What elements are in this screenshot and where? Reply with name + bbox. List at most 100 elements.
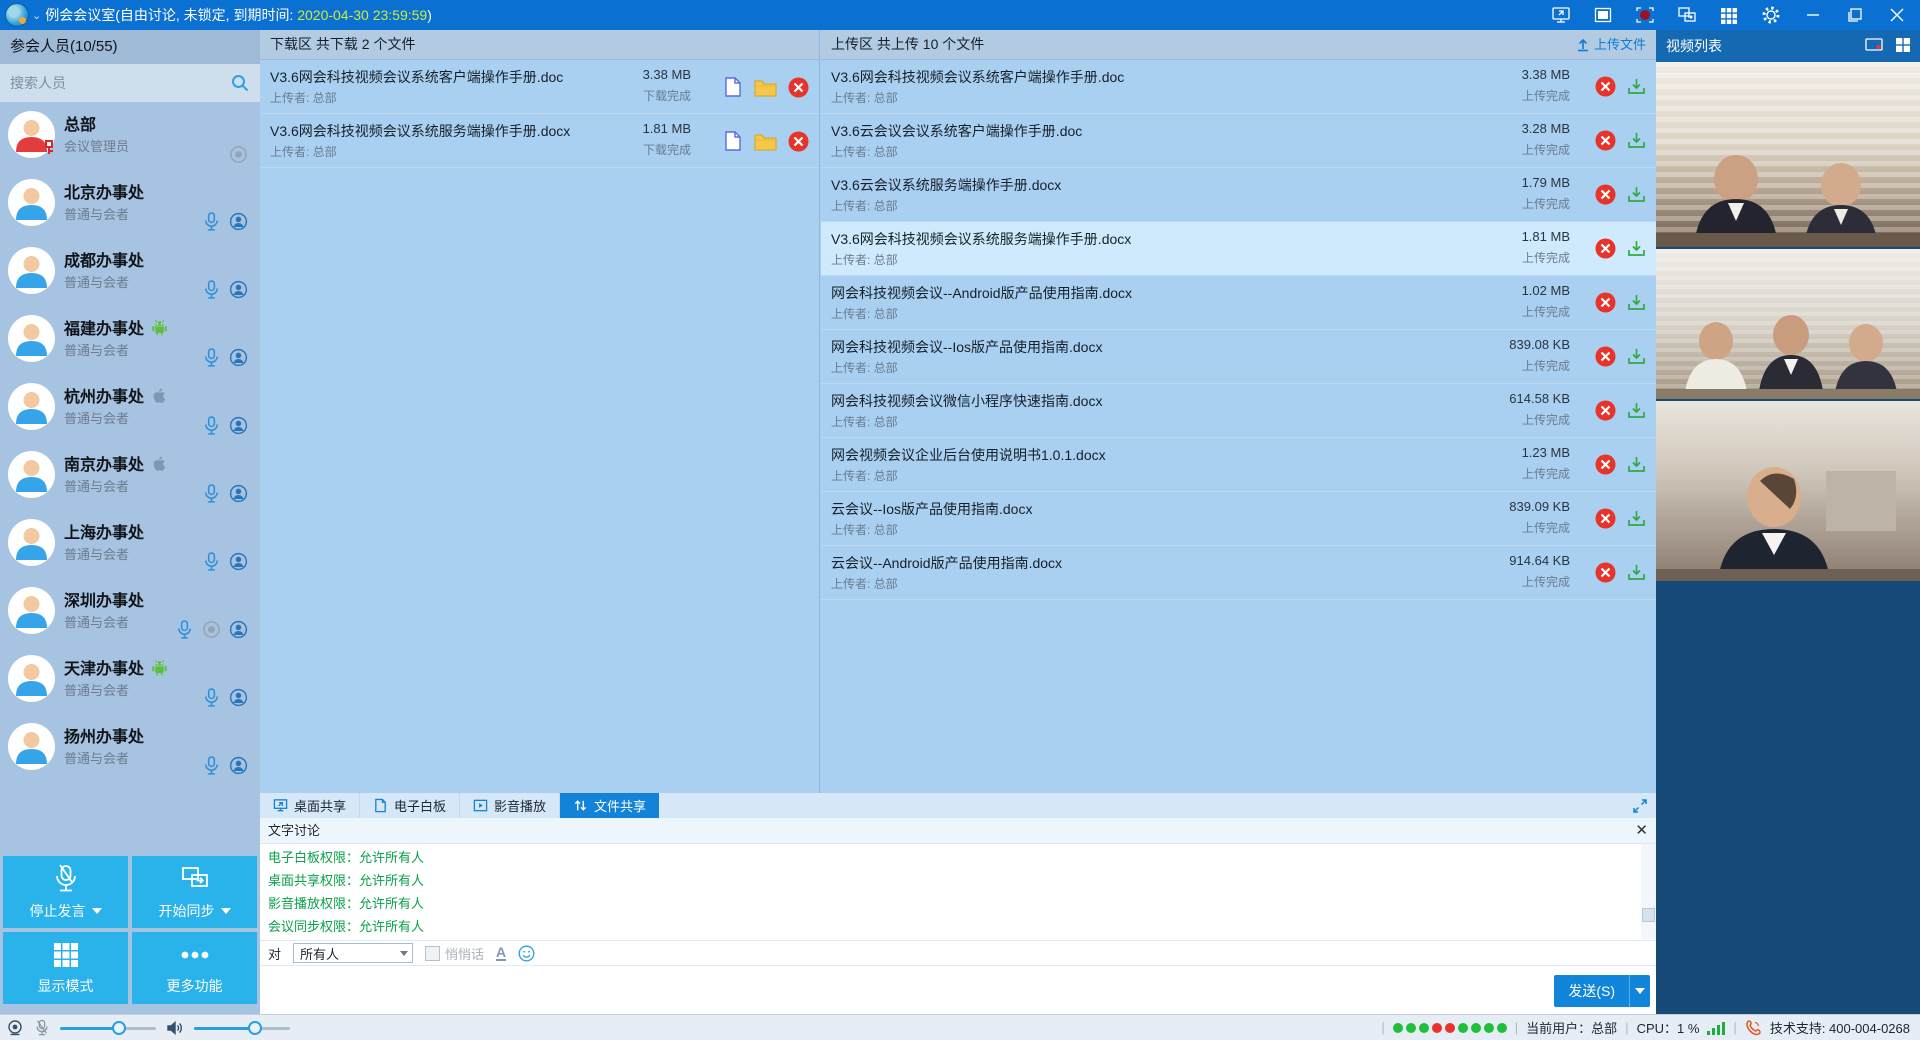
delete-file-icon[interactable] bbox=[1595, 130, 1616, 151]
camera-off-icon[interactable] bbox=[229, 145, 248, 164]
participant-row[interactable]: 深圳办事处 普通与会者 bbox=[0, 578, 260, 646]
upload-file-row[interactable]: 网会科技视频会议--Android版产品使用指南.docx 上传者: 总部 1.… bbox=[821, 276, 1656, 330]
delete-file-icon[interactable] bbox=[1595, 454, 1616, 475]
download-file-icon[interactable] bbox=[1627, 563, 1646, 582]
font-color-icon[interactable]: A bbox=[496, 945, 506, 961]
upload-file-row[interactable]: V3.6云会议会议系统客户端操作手册.doc 上传者: 总部 3.28 MB 上… bbox=[821, 114, 1656, 168]
open-file-icon[interactable] bbox=[723, 130, 743, 152]
screen-share-icon[interactable] bbox=[1550, 4, 1572, 26]
display-mode-button[interactable]: 显示模式 bbox=[3, 932, 128, 1004]
whisper-option[interactable]: 悄悄话 bbox=[425, 944, 484, 963]
participant-row[interactable]: 杭州办事处 普通与会者 bbox=[0, 374, 260, 442]
delete-file-icon[interactable] bbox=[788, 77, 809, 98]
download-file-icon[interactable] bbox=[1627, 131, 1646, 150]
slider-knob[interactable] bbox=[248, 1021, 262, 1035]
participant-row[interactable]: 总部 会议管理员 bbox=[0, 102, 260, 170]
chevron-down-icon[interactable]: ⌄ bbox=[32, 9, 41, 22]
participant-row[interactable]: 扬州办事处 普通与会者 bbox=[0, 714, 260, 782]
video-capture-icon[interactable] bbox=[1864, 36, 1884, 54]
download-file-icon[interactable] bbox=[1627, 293, 1646, 312]
open-folder-icon[interactable] bbox=[754, 132, 777, 151]
video-user-icon[interactable] bbox=[229, 416, 248, 435]
tab-desktop-share[interactable]: 桌面共享 bbox=[260, 793, 360, 818]
search-icon[interactable] bbox=[230, 73, 250, 93]
upload-file-row[interactable]: 云会议--Android版产品使用指南.docx 上传者: 总部 914.64 … bbox=[821, 546, 1656, 600]
download-file-row[interactable]: V3.6网会科技视频会议系统客户端操作手册.doc 上传者: 总部 3.38 M… bbox=[260, 60, 819, 114]
upload-file-row[interactable]: V3.6云会议系统服务端操作手册.docx 上传者: 总部 1.79 MB 上传… bbox=[821, 168, 1656, 222]
download-file-icon[interactable] bbox=[1627, 185, 1646, 204]
delete-file-icon[interactable] bbox=[1595, 346, 1616, 367]
fullscreen-window-icon[interactable] bbox=[1592, 4, 1614, 26]
participant-row[interactable]: 天津办事处 普通与会者 bbox=[0, 646, 260, 714]
mic-icon[interactable] bbox=[202, 347, 221, 368]
delete-file-icon[interactable] bbox=[1595, 292, 1616, 313]
tab-media-play[interactable]: 影音播放 bbox=[460, 793, 560, 818]
mic-icon[interactable] bbox=[202, 415, 221, 436]
grid-modules-icon[interactable] bbox=[1718, 4, 1740, 26]
video-user-icon[interactable] bbox=[229, 484, 248, 503]
dropdown-caret[interactable] bbox=[221, 908, 231, 914]
download-file-icon[interactable] bbox=[1627, 509, 1646, 528]
upload-file-row[interactable]: 云会议--Ios版产品使用指南.docx 上传者: 总部 839.09 KB 上… bbox=[821, 492, 1656, 546]
video-thumbnail[interactable] bbox=[1656, 249, 1920, 399]
message-input[interactable] bbox=[260, 966, 1656, 1014]
mic-icon[interactable] bbox=[202, 687, 221, 708]
minimize-button[interactable] bbox=[1802, 4, 1824, 26]
video-thumbnail[interactable] bbox=[1656, 62, 1920, 247]
video-user-icon[interactable] bbox=[229, 756, 248, 775]
chat-scrollbar[interactable] bbox=[1641, 844, 1656, 939]
upload-file-row[interactable]: 网会科技视频会议--Ios版产品使用指南.docx 上传者: 总部 839.08… bbox=[821, 330, 1656, 384]
tab-file-share[interactable]: 文件共享 bbox=[560, 793, 659, 818]
delete-file-icon[interactable] bbox=[1595, 76, 1616, 97]
video-user-icon[interactable] bbox=[229, 348, 248, 367]
mic-icon[interactable] bbox=[202, 551, 221, 572]
audience-select[interactable]: 所有人 bbox=[293, 943, 413, 963]
participant-row[interactable]: 南京办事处 普通与会者 bbox=[0, 442, 260, 510]
video-user-icon[interactable] bbox=[229, 552, 248, 571]
upload-file-row[interactable]: 网会视频会议企业后台使用说明书1.0.1.docx 上传者: 总部 1.23 M… bbox=[821, 438, 1656, 492]
mic-icon[interactable] bbox=[202, 279, 221, 300]
download-file-icon[interactable] bbox=[1627, 401, 1646, 420]
search-input[interactable] bbox=[0, 64, 260, 102]
participant-row[interactable]: 上海办事处 普通与会者 bbox=[0, 510, 260, 578]
send-button[interactable]: 发送(S) bbox=[1554, 975, 1650, 1007]
download-file-icon[interactable] bbox=[1627, 77, 1646, 96]
delete-file-icon[interactable] bbox=[1595, 238, 1616, 259]
video-layout-icon[interactable] bbox=[1894, 36, 1912, 54]
camera-off-icon[interactable] bbox=[202, 620, 221, 639]
emoji-icon[interactable] bbox=[518, 945, 535, 962]
close-button[interactable] bbox=[1886, 4, 1908, 26]
more-functions-button[interactable]: 更多功能 bbox=[132, 932, 257, 1004]
speaker-volume-slider[interactable] bbox=[194, 1019, 290, 1037]
download-file-row[interactable]: V3.6网会科技视频会议系统服务端操作手册.docx 上传者: 总部 1.81 … bbox=[260, 114, 819, 168]
open-folder-icon[interactable] bbox=[754, 78, 777, 97]
dropdown-caret[interactable] bbox=[92, 908, 102, 914]
mic-icon[interactable] bbox=[202, 483, 221, 504]
delete-file-icon[interactable] bbox=[1595, 184, 1616, 205]
video-thumbnail[interactable] bbox=[1656, 401, 1920, 581]
mic-volume-slider[interactable] bbox=[60, 1019, 156, 1037]
sync-screens-icon[interactable] bbox=[1676, 4, 1698, 26]
send-options-caret[interactable] bbox=[1630, 988, 1650, 994]
stop-speaking-button[interactable]: 停止发言 bbox=[3, 856, 128, 928]
maximize-button[interactable] bbox=[1844, 4, 1866, 26]
slider-knob[interactable] bbox=[112, 1021, 126, 1035]
webcam-icon[interactable] bbox=[6, 1019, 24, 1037]
delete-file-icon[interactable] bbox=[1595, 400, 1616, 421]
upload-file-button[interactable]: 上传文件 bbox=[1576, 30, 1646, 59]
video-user-icon[interactable] bbox=[229, 620, 248, 639]
participant-row[interactable]: 北京办事处 普通与会者 bbox=[0, 170, 260, 238]
download-file-icon[interactable] bbox=[1627, 239, 1646, 258]
expand-icon[interactable] bbox=[1632, 798, 1648, 814]
participant-row[interactable]: 福建办事处 普通与会者 bbox=[0, 306, 260, 374]
open-file-icon[interactable] bbox=[723, 76, 743, 98]
whisper-checkbox[interactable] bbox=[425, 946, 440, 961]
upload-file-row[interactable]: V3.6网会科技视频会议系统服务端操作手册.docx 上传者: 总部 1.81 … bbox=[821, 222, 1656, 276]
mic-icon[interactable] bbox=[202, 755, 221, 776]
delete-file-icon[interactable] bbox=[1595, 508, 1616, 529]
video-user-icon[interactable] bbox=[229, 280, 248, 299]
scrollbar-thumb[interactable] bbox=[1642, 908, 1655, 922]
tab-whiteboard[interactable]: 电子白板 bbox=[360, 793, 460, 818]
video-user-icon[interactable] bbox=[229, 212, 248, 231]
participant-row[interactable]: 成都办事处 普通与会者 bbox=[0, 238, 260, 306]
